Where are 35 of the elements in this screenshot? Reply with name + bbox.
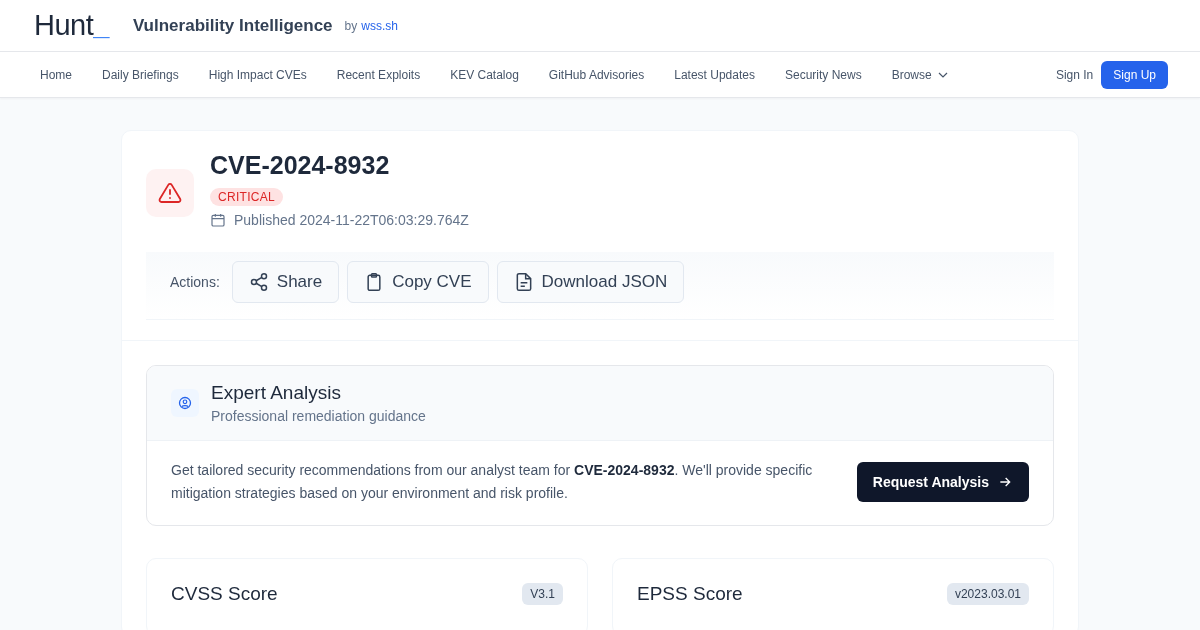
byline-text: by	[344, 18, 358, 33]
nav-link[interactable]: Browse	[891, 67, 948, 82]
share-icon	[248, 272, 269, 292]
byline-link[interactable]: wss.sh	[361, 18, 398, 33]
nav-link[interactable]: GitHub Advisories	[548, 67, 645, 82]
sign-in-link[interactable]: Sign In	[1055, 67, 1094, 82]
score-title: CVSS Score	[171, 583, 278, 605]
sign-up-button[interactable]: Sign Up	[1101, 60, 1168, 89]
panel-subtitle: Professional remediation guidance	[211, 408, 426, 424]
user-icon	[171, 389, 199, 417]
share-button[interactable]: Share	[231, 261, 340, 303]
panel-title: Expert Analysis	[211, 382, 342, 404]
download-button[interactable]: Download JSON	[496, 261, 685, 303]
actions-label: Actions:	[170, 274, 220, 290]
nav-link[interactable]: Latest Updates	[674, 67, 755, 82]
request-analysis-button[interactable]: Request Analysis	[856, 462, 1029, 502]
score-title: EPSS Score	[637, 583, 743, 605]
nav-link[interactable]: Daily Briefings	[102, 67, 179, 82]
nav-link[interactable]: High Impact CVEs	[208, 67, 307, 82]
nav-link[interactable]: Home	[40, 67, 72, 82]
nav-link[interactable]: KEV Catalog	[450, 67, 519, 82]
logo[interactable]: Hunt_	[34, 9, 109, 42]
caret-icon	[937, 71, 948, 78]
published-date: Published 2024-11-22T06:03:29.764Z	[234, 212, 469, 228]
nav-link[interactable]: Security News	[784, 67, 862, 82]
version-badge: V3.1	[522, 583, 563, 605]
site-title: Vulnerability Intelligence	[132, 15, 333, 36]
severity-badge: CRITICAL	[210, 188, 284, 206]
analysis-description: Get tailored security recommendations from our analyst team for CVE-2024-8932. We'll provide specific mitigation strategies based on your environment and risk profile.	[171, 461, 814, 503]
calendar-icon	[210, 212, 226, 228]
warning-icon	[146, 169, 194, 217]
cve-title: CVE-2024-8932	[210, 151, 391, 180]
nav-link[interactable]: Recent Exploits	[336, 67, 421, 82]
copy-button[interactable]: Copy CVE	[347, 261, 489, 303]
version-badge: v2023.03.01	[946, 583, 1029, 605]
